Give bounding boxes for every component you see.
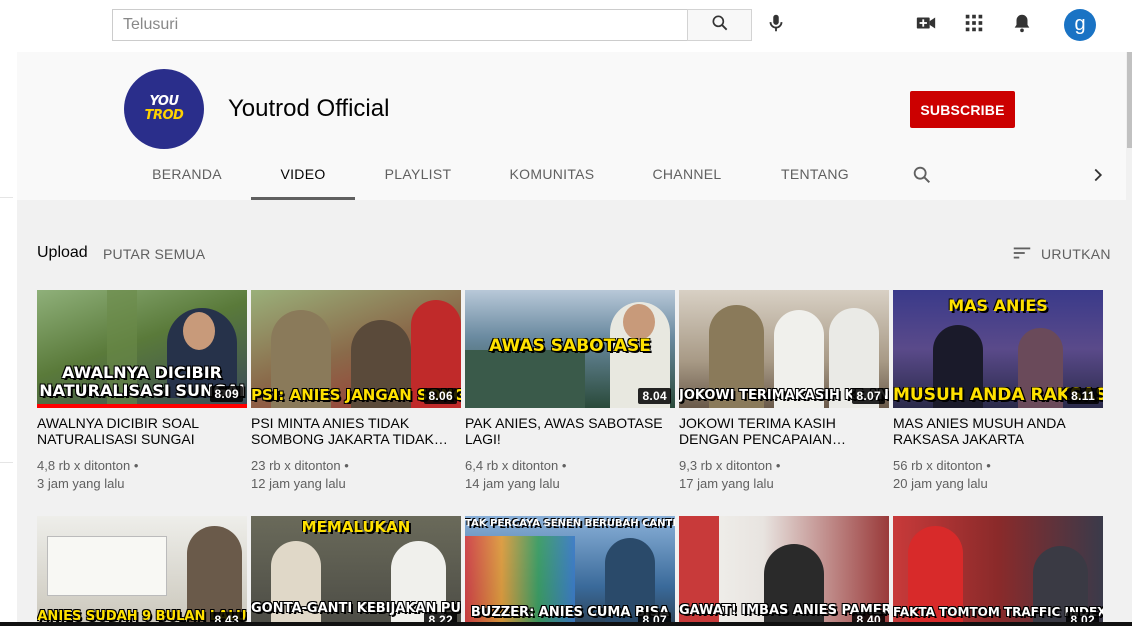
mic-icon (765, 12, 787, 39)
sort-label: URUTKAN (1041, 246, 1111, 262)
video-age: 20 jam yang lalu (893, 476, 988, 491)
channel-search-icon[interactable] (911, 164, 933, 186)
section-title: Upload (37, 244, 88, 261)
video-meta: 56 rb x ditonton • 20 jam yang lalu (893, 457, 1103, 493)
search-icon (710, 13, 730, 38)
play-all-button[interactable]: PUTAR SEMUA (103, 246, 205, 262)
video-age: 14 jam yang lalu (465, 476, 560, 491)
sort-icon (1011, 242, 1033, 267)
video-thumbnail[interactable]: ANIES SUDAH 9 BULAN LALU 8.43 (37, 516, 247, 626)
thumbnail-top-caption: MEMALUKAN (301, 518, 411, 536)
video-views: 4,8 rb x ditonton • (37, 458, 139, 473)
video-card[interactable]: AWAS SABOTASE 8.04 PAK ANIES, AWAS SABOT… (465, 290, 675, 493)
tab-video[interactable]: VIDEO (251, 148, 355, 200)
video-card[interactable]: JOKOWI TERIMAKASIH KE ANIES 8.07 JOKOWI … (679, 290, 889, 493)
scrollbar-thumb[interactable] (1127, 52, 1132, 148)
thumbnail-caption: AWAS SABOTASE (489, 338, 651, 355)
search-button[interactable] (687, 9, 752, 41)
video-thumbnail[interactable]: AWALNYA DICIBIR NATURALISASI SUNGAI 8.09 (37, 290, 247, 408)
video-thumbnail[interactable]: AWAS SABOTASE 8.04 (465, 290, 675, 408)
watch-progress-bar (37, 404, 247, 408)
channel-header: YOU TROD Youtrod Official SUBSCRIBE BERA… (17, 52, 1126, 200)
video-card[interactable]: FAKTA TOMTOM TRAFFIC INDEX 8.02 (893, 516, 1103, 626)
left-guide-edge (0, 52, 17, 626)
video-thumbnail[interactable]: TAK PERCAYA SENEN BERUBAH CANTIK BUZZER:… (465, 516, 675, 626)
window-bottom-edge (0, 622, 1132, 626)
channel-tabs: BERANDA VIDEO PLAYLIST KOMUNITAS CHANNEL… (17, 148, 1126, 200)
notifications-button[interactable] (1010, 13, 1034, 37)
video-thumbnail[interactable]: PSI: ANIES JANGAN SONGONG 8.06 (251, 290, 461, 408)
masthead: g (0, 0, 1132, 52)
video-card[interactable]: MAS ANIES MUSUH ANDA RAKSASA 8.11 MAS AN… (893, 290, 1103, 493)
video-title[interactable]: PSI MINTA ANIES TIDAK SOMBONG JAKARTA TI… (251, 415, 461, 447)
page-scrollbar[interactable] (1126, 52, 1132, 626)
channel-logo-text-top: YOU (149, 94, 179, 109)
video-thumbnail[interactable]: JOKOWI TERIMAKASIH KE ANIES 8.07 (679, 290, 889, 408)
subscribe-button[interactable]: SUBSCRIBE (910, 91, 1015, 128)
channel-logo-text-bottom: TROD (144, 108, 184, 123)
notifications-bell-icon (1011, 12, 1033, 39)
video-age: 12 jam yang lalu (251, 476, 346, 491)
video-duration: 8.06 (424, 388, 457, 404)
tab-playlist[interactable]: PLAYLIST (373, 148, 463, 200)
channel-logo[interactable]: YOU TROD (124, 69, 204, 149)
video-card[interactable]: TAK PERCAYA SENEN BERUBAH CANTIK BUZZER:… (465, 516, 675, 626)
video-duration: 8.04 (638, 388, 671, 404)
account-avatar[interactable]: g (1064, 9, 1096, 41)
video-thumbnail[interactable]: GAWAT! IMBAS ANIES PAMER 8.40 (679, 516, 889, 626)
video-card[interactable]: ANIES SUDAH 9 BULAN LALU 8.43 (37, 516, 247, 626)
video-title[interactable]: PAK ANIES, AWAS SABOTASE LAGI! (465, 415, 675, 447)
thumbnail-top-caption: MAS ANIES (948, 296, 1048, 315)
video-duration: 8.07 (852, 388, 885, 404)
thumbnail-top-caption: TAK PERCAYA SENEN BERUBAH CANTIK (465, 518, 675, 529)
video-card[interactable]: PSI: ANIES JANGAN SONGONG 8.06 PSI MINTA… (251, 290, 461, 493)
video-age: 3 jam yang lalu (37, 476, 125, 491)
tabs-chevron-right-icon[interactable] (1087, 164, 1109, 186)
video-card[interactable]: MEMALUKAN GONTA-GANTI KEBIJAKAN PUSAT 8.… (251, 516, 461, 626)
video-thumbnail[interactable]: MEMALUKAN GONTA-GANTI KEBIJAKAN PUSAT 8.… (251, 516, 461, 626)
video-duration: 8.11 (1067, 388, 1099, 404)
video-views: 56 rb x ditonton • (893, 458, 991, 473)
video-age: 17 jam yang lalu (679, 476, 774, 491)
video-duration: 8.09 (210, 386, 243, 402)
apps-button[interactable] (962, 13, 986, 37)
video-card[interactable]: AWALNYA DICIBIR NATURALISASI SUNGAI 8.09… (37, 290, 247, 493)
tab-komunitas[interactable]: KOMUNITAS (497, 148, 607, 200)
voice-search-button[interactable] (764, 13, 788, 37)
search-input[interactable] (113, 10, 688, 40)
tab-channel[interactable]: CHANNEL (641, 148, 733, 200)
create-button[interactable] (914, 13, 938, 37)
create-video-icon (915, 12, 937, 39)
video-grid-section: Upload PUTAR SEMUA URUTKAN AWALNYA DICIB… (17, 200, 1126, 626)
tab-beranda[interactable]: BERANDA (144, 148, 230, 200)
youtube-channel-page: g YOU TROD Youtrod Official SUBSCRIBE BE… (0, 0, 1132, 626)
sort-button[interactable]: URUTKAN (1011, 240, 1111, 268)
video-meta: 4,8 rb x ditonton • 3 jam yang lalu (37, 457, 247, 493)
video-meta: 6,4 rb x ditonton • 14 jam yang lalu (465, 457, 675, 493)
video-views: 9,3 rb x ditonton • (679, 458, 781, 473)
search-box (112, 9, 688, 41)
video-title[interactable]: MAS ANIES MUSUH ANDA RAKSASA JAKARTA (893, 415, 1103, 447)
video-meta: 9,3 rb x ditonton • 17 jam yang lalu (679, 457, 889, 493)
video-meta: 23 rb x ditonton • 12 jam yang lalu (251, 457, 461, 493)
video-card[interactable]: GAWAT! IMBAS ANIES PAMER 8.40 (679, 516, 889, 626)
channel-name: Youtrod Official (228, 95, 390, 122)
video-views: 6,4 rb x ditonton • (465, 458, 567, 473)
video-title[interactable]: AWALNYA DICIBIR SOAL NATURALISASI SUNGAI (37, 415, 247, 447)
video-views: 23 rb x ditonton • (251, 458, 349, 473)
apps-grid-icon (963, 12, 985, 39)
video-title[interactable]: JOKOWI TERIMA KASIH DENGAN PENCAPAIAN… (679, 415, 889, 447)
video-thumbnail[interactable]: FAKTA TOMTOM TRAFFIC INDEX 8.02 (893, 516, 1103, 626)
tab-tentang[interactable]: TENTANG (769, 148, 861, 200)
video-thumbnail[interactable]: MAS ANIES MUSUH ANDA RAKSASA 8.11 (893, 290, 1103, 408)
